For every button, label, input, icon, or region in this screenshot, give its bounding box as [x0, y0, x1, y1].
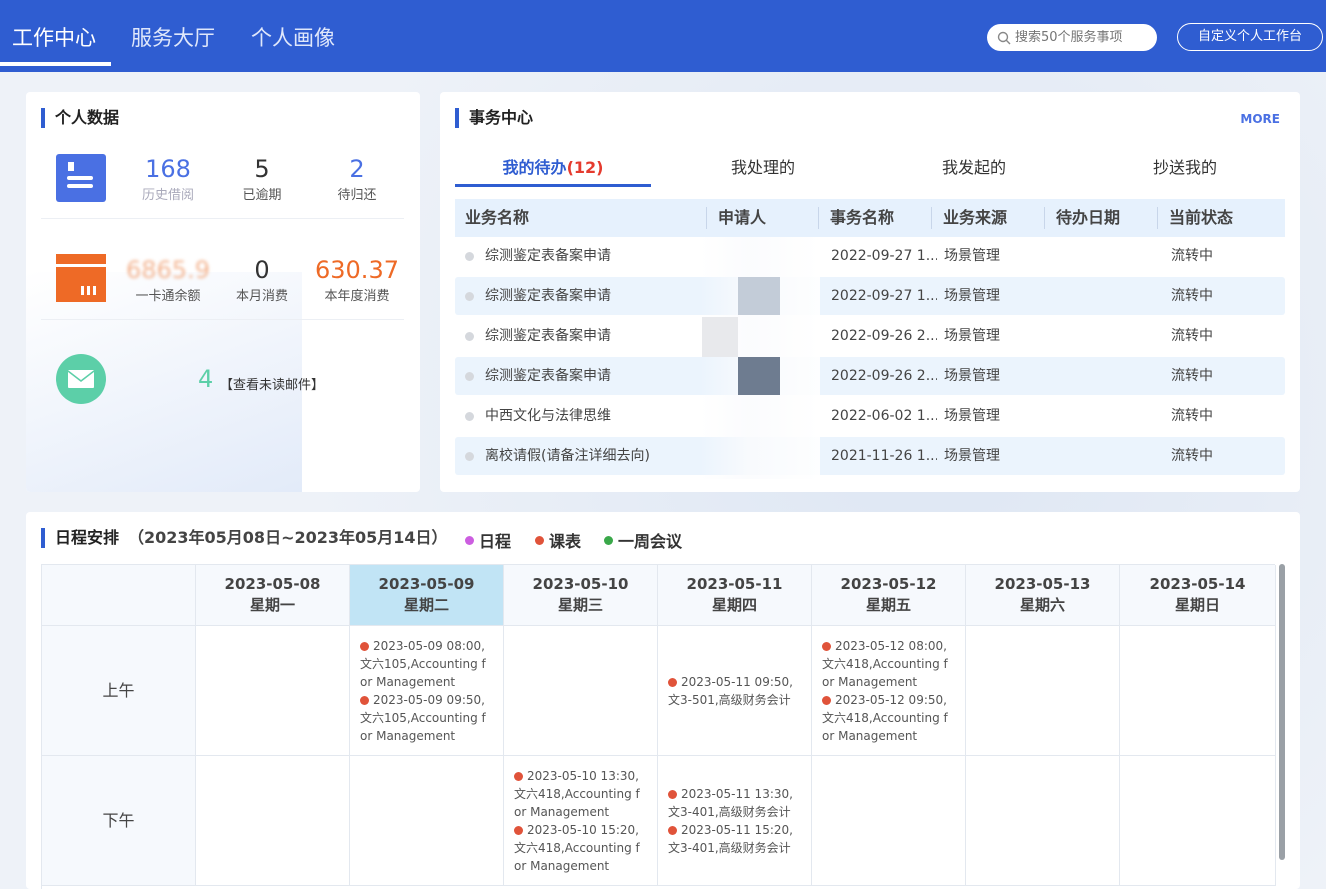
affairs-center-title: 事务中心 — [455, 108, 533, 128]
day-header-tue: 2023-05-09 星期二 — [350, 565, 504, 626]
stat-to-return[interactable]: 2 待归还 — [307, 154, 407, 206]
search-input[interactable] — [1015, 30, 1135, 45]
legend-item-weekly-meetings[interactable]: 一周会议 — [604, 528, 682, 552]
schedule-cell[interactable]: 2023-05-10 13:30,文六418,Accounting for Ma… — [504, 756, 658, 886]
schedule-cell[interactable] — [350, 756, 504, 886]
day-header-wed: 2023-05-10 星期三 — [504, 565, 658, 626]
privacy-blur — [738, 357, 780, 395]
personal-data-card: 个人数据 168 历史借阅 5 已逾期 2 待归还 6865.9 一卡通余额 0… — [26, 92, 420, 492]
legend-dot — [604, 535, 613, 545]
schedule-cell[interactable]: 2023-05-11 13:30,文3-401,高级财务会计 2023-05-1… — [658, 756, 812, 886]
view-unread-mail-link[interactable]: 【查看未读邮件】 — [220, 374, 324, 393]
stat-year-consumption[interactable]: 630.37 本年度消费 — [307, 255, 407, 307]
stat-card-balance[interactable]: 6865.9 一卡通余额 — [118, 255, 218, 307]
day-header-mon: 2023-05-08 星期一 — [196, 565, 350, 626]
course-event[interactable]: 2023-05-12 08:00,文六418,Accounting for Ma… — [812, 637, 965, 691]
schedule-cell[interactable] — [1120, 626, 1276, 756]
course-event[interactable]: 2023-05-12 09:50,文六418,Accounting for Ma… — [812, 691, 965, 745]
course-event[interactable]: 2023-05-10 13:30,文六418,Accounting for Ma… — [504, 767, 657, 821]
table-row[interactable]: 综测鉴定表备案申请 2022-09-26 2... 场景管理 流转中 — [455, 317, 1285, 355]
schedule-scrollbar[interactable] — [1279, 564, 1285, 860]
personal-data-title: 个人数据 — [41, 108, 119, 128]
tab-service-hall[interactable]: 服务大厅 — [131, 0, 215, 68]
day-header-thu: 2023-05-11 星期四 — [658, 565, 812, 626]
table-row[interactable]: 离校请假(请备注详细去向) 2021-11-26 1... 场景管理 流转中 — [455, 437, 1285, 475]
schedule-cell[interactable] — [812, 756, 966, 886]
legend-item-courses[interactable]: 课表 — [535, 528, 581, 552]
schedule-cell[interactable] — [966, 626, 1120, 756]
customize-workbench-button[interactable]: 自定义个人工作台 — [1177, 23, 1323, 51]
schedule-cell[interactable]: 2023-05-11 09:50,文3-501,高级财务会计 — [658, 626, 812, 756]
schedule-cell[interactable] — [196, 756, 350, 886]
schedule-card: 日程安排 （2023年05月08日~2023年05月14日） 日程 课表 一周会… — [26, 512, 1300, 889]
campus-card-icon — [56, 254, 106, 302]
schedule-date-range: （2023年05月08日~2023年05月14日） — [128, 528, 448, 547]
table-row[interactable]: 中西文化与法律思维 2022-06-02 1... 场景管理 流转中 — [455, 397, 1285, 435]
course-event[interactable]: 2023-05-11 13:30,文3-401,高级财务会计 — [658, 785, 811, 821]
active-tab-indicator — [0, 62, 111, 66]
schedule-cell[interactable] — [504, 626, 658, 756]
unread-mail-count[interactable]: 4 — [198, 365, 213, 393]
legend-dot — [535, 535, 544, 545]
legend-item-schedule[interactable]: 日程 — [465, 528, 511, 552]
stat-history-borrow[interactable]: 168 历史借阅 — [118, 154, 218, 206]
top-navigation-bar: 工作中心 服务大厅 个人画像 自定义个人工作台 — [0, 0, 1326, 72]
more-link[interactable]: MORE — [1240, 112, 1280, 126]
schedule-title: 日程安排 — [41, 528, 119, 548]
divider — [41, 319, 404, 320]
tab-personal-portrait[interactable]: 个人画像 — [251, 0, 335, 68]
library-book-icon — [56, 154, 106, 202]
period-afternoon: 下午 — [42, 756, 196, 886]
grid-corner — [42, 565, 196, 626]
course-event[interactable]: 2023-05-10 15:20,文六418,Accounting for Ma… — [504, 821, 657, 875]
tab-cc-to-me[interactable]: 抄送我的 — [1087, 154, 1283, 178]
course-event[interactable]: 2023-05-11 09:50,文3-501,高级财务会计 — [658, 673, 811, 709]
schedule-cell[interactable] — [966, 756, 1120, 886]
schedule-grid: 2023-05-08 星期一 2023-05-09 星期二 2023-05-10 星期… — [41, 564, 1276, 889]
course-event[interactable]: 2023-05-11 15:20,文3-401,高级财务会计 — [658, 821, 811, 857]
legend-dot — [465, 535, 474, 545]
course-event[interactable]: 2023-05-09 09:50,文六105,Accounting for Ma… — [350, 691, 503, 745]
table-row[interactable]: 综测鉴定表备案申请 2022-09-26 2... 场景管理 流转中 — [455, 357, 1285, 395]
course-event[interactable]: 2023-05-09 08:00,文六105,Accounting for Ma… — [350, 637, 503, 691]
search-icon — [997, 31, 1011, 44]
tab-my-todo[interactable]: 我的待办(12) — [455, 154, 651, 178]
day-header-fri: 2023-05-12 星期五 — [812, 565, 966, 626]
table-row[interactable]: 综测鉴定表备案申请 2022-09-27 1... 场景管理 流转中 — [455, 237, 1285, 275]
schedule-cell[interactable] — [1120, 756, 1276, 886]
active-tab-indicator — [455, 184, 651, 187]
day-header-sat: 2023-05-13 星期六 — [966, 565, 1120, 626]
stat-month-consumption[interactable]: 0 本月消费 — [212, 255, 312, 307]
tab-handled[interactable]: 我处理的 — [665, 154, 861, 178]
day-header-sun: 2023-05-14 星期日 — [1120, 565, 1276, 626]
table-header: 业务名称 申请人 事务名称 业务来源 待办日期 当前状态 — [455, 199, 1285, 237]
schedule-cell[interactable]: 2023-05-12 08:00,文六418,Accounting for Ma… — [812, 626, 966, 756]
tab-initiated[interactable]: 我发起的 — [876, 154, 1072, 178]
tab-work-center[interactable]: 工作中心 — [12, 0, 96, 68]
privacy-blur — [738, 277, 780, 315]
schedule-cell[interactable] — [196, 626, 350, 756]
mail-icon — [56, 354, 106, 404]
search-box[interactable] — [987, 24, 1157, 51]
period-morning: 上午 — [42, 626, 196, 756]
stat-overdue[interactable]: 5 已逾期 — [212, 154, 312, 206]
privacy-blur — [702, 317, 738, 357]
schedule-cell[interactable]: 2023-05-09 08:00,文六105,Accounting for Ma… — [350, 626, 504, 756]
affairs-center-card: 事务中心 MORE 我的待办(12) 我处理的 我发起的 抄送我的 业务名称 申… — [440, 92, 1300, 492]
table-row[interactable]: 综测鉴定表备案申请 2022-09-27 1... 场景管理 流转中 — [455, 277, 1285, 315]
divider — [41, 218, 404, 219]
